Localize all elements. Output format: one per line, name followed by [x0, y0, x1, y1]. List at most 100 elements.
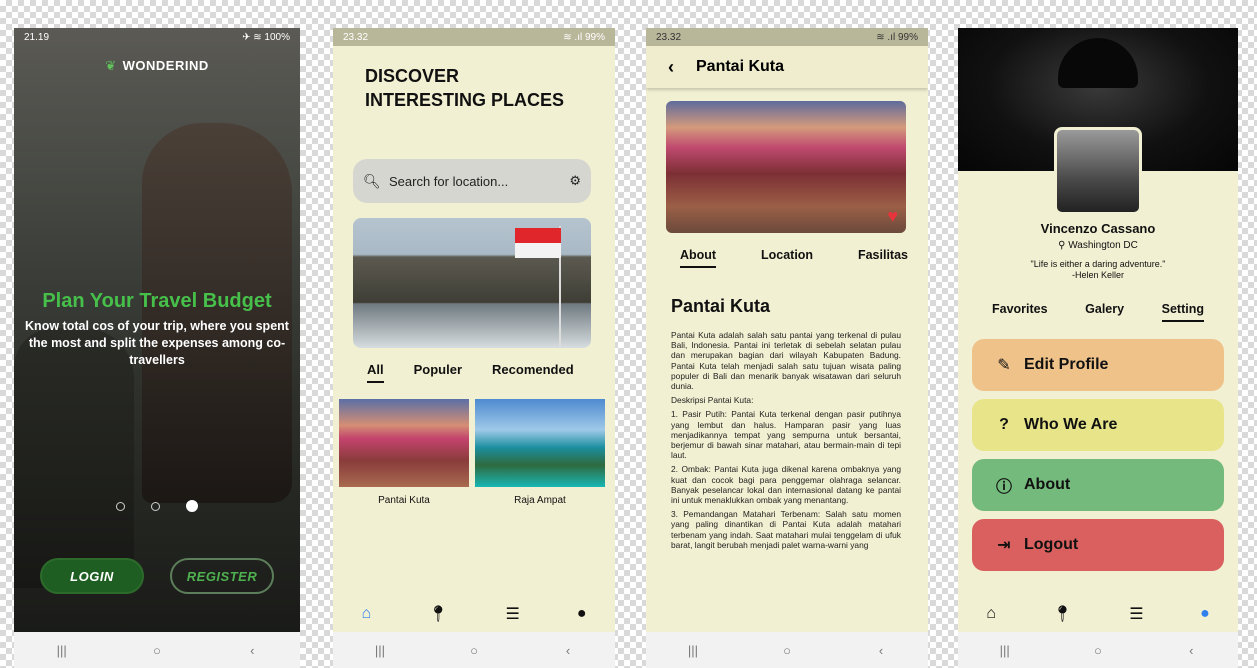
- home-icon[interactable]: ⌂: [986, 605, 996, 623]
- brand-name: WONDERIND: [122, 58, 209, 73]
- search-bar[interactable]: 🔍︎ Search for location... ⚙: [353, 159, 591, 203]
- status-icons: ✈ ≋ 100%: [242, 31, 290, 43]
- login-button[interactable]: LOGIN: [40, 558, 144, 594]
- profile-icon[interactable]: ●: [1200, 605, 1210, 623]
- app-bar: ‹ Pantai Kuta: [646, 46, 928, 88]
- profile-tabs: Favorites Galery Setting: [992, 302, 1204, 322]
- location-pin-icon[interactable]: 📍︎: [428, 604, 448, 624]
- place-card[interactable]: Pantai Kuta: [339, 399, 469, 506]
- back-icon[interactable]: ‹: [866, 643, 896, 658]
- tab-location[interactable]: Location: [761, 248, 813, 268]
- question-icon: ?: [999, 416, 1009, 433]
- info-icon: ⓘ: [995, 479, 1012, 496]
- bottom-navigation: ⌂ 📍︎ ☰ ●: [333, 596, 615, 632]
- section-heading: Pantai Kuta: [671, 296, 771, 316]
- leaf-icon: ❦: [105, 58, 117, 73]
- quote-author: -Helen Keller: [1071, 270, 1125, 280]
- page-dot[interactable]: [151, 501, 160, 511]
- featured-image[interactable]: [353, 218, 591, 348]
- profile-icon[interactable]: ●: [577, 605, 587, 623]
- recent-apps-icon[interactable]: |||: [47, 643, 77, 658]
- home-circle-icon[interactable]: ○: [142, 643, 172, 658]
- list-icon[interactable]: ☰: [505, 604, 519, 624]
- status-time: 23.32: [343, 31, 369, 43]
- edit-profile-button[interactable]: ✎ Edit Profile: [972, 339, 1224, 391]
- home-circle-icon[interactable]: ○: [772, 643, 802, 658]
- heart-icon[interactable]: ♥: [887, 206, 898, 227]
- place-card[interactable]: Raja Ampat: [475, 399, 605, 506]
- recent-apps-icon[interactable]: |||: [365, 643, 395, 658]
- paragraph: 1. Pasir Putih: Pantai Kuta terkenal den…: [671, 409, 901, 461]
- place-image: [339, 399, 469, 487]
- detail-screen: 23.32 ≋ .ıl 99% ‹ Pantai Kuta ♥ About Lo…: [646, 28, 928, 668]
- status-icons: ≋ .ıl 99%: [876, 31, 918, 43]
- system-nav-bar: ||| ○ ‹: [333, 632, 615, 668]
- statue-silhouette: [142, 123, 292, 503]
- home-circle-icon[interactable]: ○: [459, 643, 489, 658]
- who-we-are-button[interactable]: ? Who We Are: [972, 399, 1224, 451]
- page-indicator[interactable]: [14, 500, 300, 512]
- hat-silhouette: [1058, 38, 1138, 88]
- place-caption: Raja Ampat: [514, 495, 566, 506]
- tab-fasilitas[interactable]: Fasilitas: [858, 248, 908, 268]
- system-nav-bar: ||| ○ ‹: [14, 632, 300, 668]
- status-time: 23.32: [656, 31, 682, 43]
- search-input[interactable]: Search for location...: [389, 174, 569, 189]
- title-line: DISCOVER: [365, 66, 460, 86]
- list-icon[interactable]: ☰: [1129, 604, 1143, 624]
- quote-text: "Life is either a daring adventure.": [1030, 259, 1166, 269]
- page-dot-active[interactable]: [186, 500, 198, 512]
- onboarding-headline: Plan Your Travel Budget: [42, 290, 272, 312]
- profile-screen: Vincenzo Cassano ⚲ Washington DC "Life i…: [958, 28, 1238, 668]
- paragraph: Pantai Kuta adalah salah satu pantai yan…: [671, 330, 901, 392]
- menu-label: Edit Profile: [1024, 356, 1109, 373]
- status-bar: 21.19 ✈ ≋ 100%: [14, 28, 300, 46]
- tab-all[interactable]: All: [367, 362, 384, 383]
- splash-screen: 21.19 ✈ ≋ 100% ❦ WONDERIND Plan Your Trav…: [14, 28, 300, 668]
- register-button[interactable]: REGISTER: [170, 558, 274, 594]
- back-icon[interactable]: ‹: [1176, 643, 1206, 658]
- place-photo: ♥: [666, 101, 906, 233]
- menu-label: Who We Are: [1024, 416, 1118, 433]
- status-icons: ≋ .ıl 99%: [563, 31, 605, 43]
- paragraph: 2. Ombak: Pantai Kuta juga dikenal karen…: [671, 464, 901, 506]
- onboarding-subtitle: Know total cos of your trip, where you s…: [25, 319, 289, 367]
- paragraph: Deskripsi Pantai Kuta:: [671, 395, 754, 406]
- location-text: Washington DC: [1068, 240, 1138, 251]
- tab-recomended[interactable]: Recomended: [492, 362, 574, 383]
- page-title: DISCOVER INTERESTING PLACES: [365, 64, 564, 112]
- category-tabs: All Populer Recomended: [367, 362, 604, 383]
- back-arrow-icon[interactable]: ‹: [646, 57, 696, 78]
- detail-tabs: About Location Fasilitas: [680, 248, 908, 268]
- settings-icon[interactable]: ⚙: [569, 173, 581, 189]
- tab-about[interactable]: About: [680, 248, 717, 268]
- location-pin-icon[interactable]: 📍︎: [1052, 604, 1072, 624]
- back-icon[interactable]: ‹: [553, 643, 583, 658]
- tab-galery[interactable]: Galery: [1085, 302, 1124, 322]
- tab-setting[interactable]: Setting: [1161, 302, 1204, 322]
- logout-button[interactable]: ⇥ Logout: [972, 519, 1224, 571]
- indonesia-flag: [515, 228, 561, 258]
- settings-menu: ✎ Edit Profile ? Who We Are ⓘ About ⇥ Lo…: [972, 339, 1224, 579]
- tab-populer[interactable]: Populer: [414, 362, 462, 383]
- home-icon[interactable]: ⌂: [362, 605, 372, 623]
- brand-logo: ❦ WONDERIND: [14, 58, 300, 74]
- page-dot[interactable]: [116, 501, 125, 511]
- app-bar-title: Pantai Kuta: [696, 58, 785, 75]
- recent-apps-icon[interactable]: |||: [678, 643, 708, 658]
- home-circle-icon[interactable]: ○: [1083, 643, 1113, 658]
- user-edit-icon: ✎: [997, 357, 1011, 374]
- discover-screen: 23.32 ≋ .ıl 99% DISCOVER INTERESTING PLA…: [333, 28, 615, 668]
- profile-quote: "Life is either a daring adventure." -He…: [958, 259, 1238, 281]
- place-image: [475, 399, 605, 487]
- status-bar: 23.32 ≋ .ıl 99%: [646, 28, 928, 46]
- title-line: INTERESTING PLACES: [365, 90, 565, 110]
- recent-apps-icon[interactable]: |||: [990, 643, 1020, 658]
- search-icon: 🔍︎: [363, 172, 381, 189]
- avatar[interactable]: [1054, 127, 1142, 215]
- place-caption: Pantai Kuta: [378, 495, 430, 506]
- back-icon[interactable]: ‹: [237, 643, 267, 658]
- tab-favorites[interactable]: Favorites: [992, 302, 1048, 322]
- description-text: Pantai Kuta adalah salah satu pantai yan…: [671, 330, 901, 618]
- about-button[interactable]: ⓘ About: [972, 459, 1224, 511]
